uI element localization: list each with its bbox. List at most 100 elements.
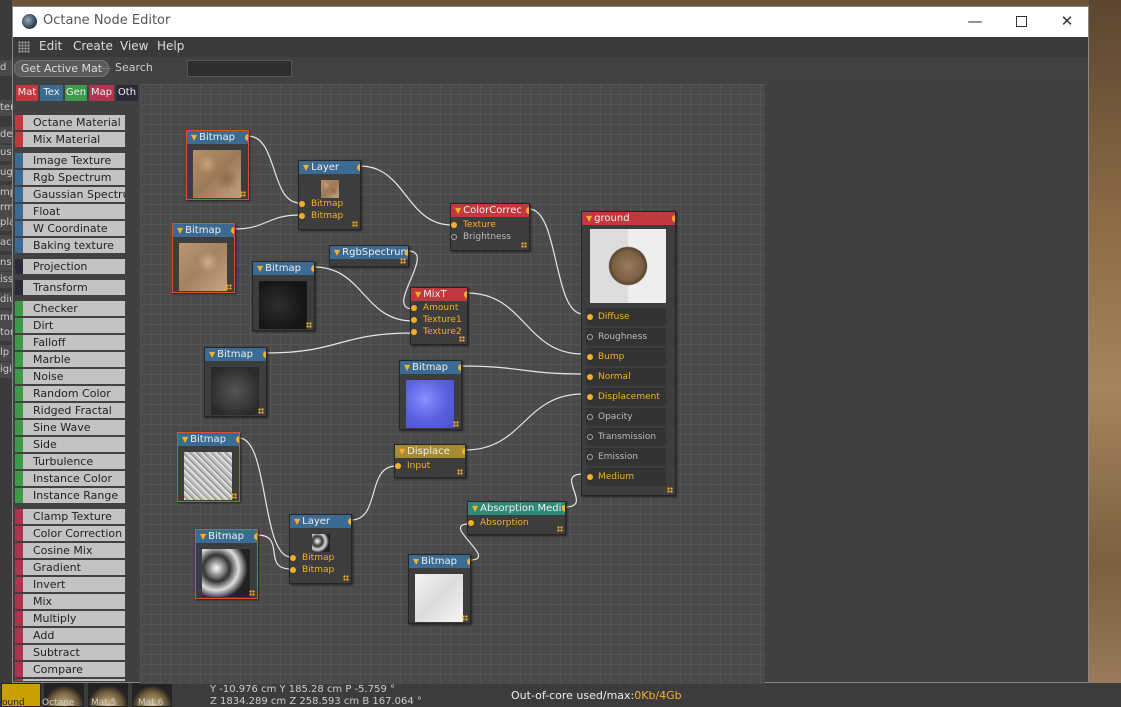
sidebar-item-clamp-texture[interactable]: Clamp Texture [15, 509, 125, 524]
resize-handle-icon[interactable] [231, 493, 237, 499]
input-port-absorption[interactable]: Absorption [468, 517, 529, 529]
node-colorcorrec[interactable]: ▼ ColorCorrec Texture Brightness [450, 203, 530, 251]
input-port-amount[interactable]: Amount [411, 302, 458, 314]
node-bitmap-3[interactable]: ▼ Bitmap [252, 261, 315, 331]
sidebar-item-gaussian-spectrum[interactable]: Gaussian Spectrum [15, 187, 125, 202]
resize-handle-icon[interactable] [459, 336, 465, 342]
node-connection-wire[interactable] [466, 292, 584, 355]
node-header[interactable]: ▼ RgbSpectrum [330, 246, 408, 259]
node-mixt[interactable]: ▼ MixT Amount Texture1 Texture2 [410, 287, 468, 345]
material-port-diffuse[interactable]: Diffuse [586, 308, 666, 326]
sidebar-item-sine-wave[interactable]: Sine Wave [15, 420, 125, 435]
node-header[interactable]: ▼ Bitmap [173, 224, 234, 237]
menu-create[interactable]: Create [73, 39, 113, 53]
node-connection-wire[interactable] [464, 393, 584, 451]
output-port[interactable] [348, 518, 351, 525]
input-port-bitmap[interactable]: Bitmap [290, 564, 334, 576]
output-port[interactable] [467, 558, 470, 565]
node-header[interactable]: ▼ Displace [395, 445, 465, 458]
sidebar-item-gradient[interactable]: Gradient [15, 560, 125, 575]
node-displace[interactable]: ▼ Displace Input [394, 444, 466, 478]
material-port-roughness[interactable]: Roughness [586, 328, 666, 346]
node-connection-wire[interactable] [460, 365, 584, 375]
port-dot[interactable] [587, 394, 593, 400]
port-dot[interactable] [587, 454, 593, 460]
output-port[interactable] [236, 436, 239, 443]
port-dot[interactable] [299, 201, 305, 207]
node-header[interactable]: ▼ Bitmap [409, 555, 470, 568]
input-port-texture1[interactable]: Texture1 [411, 314, 462, 326]
sidebar-item-triplanar[interactable]: Triplanar [15, 679, 125, 681]
tab-oth[interactable]: Oth [116, 85, 138, 101]
node-connection-wire[interactable] [247, 135, 301, 204]
resize-handle-icon[interactable] [258, 408, 264, 414]
node-header[interactable]: ▼Absorption Medium [468, 502, 565, 515]
port-dot[interactable] [587, 374, 593, 380]
node-connection-wire[interactable] [359, 165, 453, 226]
node-header[interactable]: ▼ Layer [299, 161, 360, 174]
sidebar-item-multiply[interactable]: Multiply [15, 611, 125, 626]
collapse-triangle-icon[interactable]: ▼ [209, 350, 215, 359]
node-header[interactable]: ▼ Bitmap [178, 433, 239, 446]
resize-handle-icon[interactable] [240, 191, 246, 197]
sidebar-item-image-texture[interactable]: Image Texture [15, 153, 125, 168]
node-header[interactable]: ▼ Bitmap [196, 530, 257, 543]
menu-edit[interactable]: Edit [39, 39, 62, 53]
sidebar-item-ridged-fractal[interactable]: Ridged Fractal [15, 403, 125, 418]
menu-help[interactable]: Help [157, 39, 184, 53]
sidebar-item-marble[interactable]: Marble [15, 352, 125, 367]
port-dot[interactable] [299, 213, 305, 219]
output-port[interactable] [562, 505, 565, 512]
tab-tex[interactable]: Tex [40, 85, 63, 101]
node-bitmap-5[interactable]: ▼ Bitmap [399, 360, 462, 430]
minimize-button[interactable]: — [952, 7, 998, 37]
node-rgbspectrum[interactable]: ▼ RgbSpectrum [329, 245, 409, 267]
output-port[interactable] [458, 364, 461, 371]
collapse-triangle-icon[interactable]: ▼ [182, 435, 188, 444]
sidebar-item-checker[interactable]: Checker [15, 301, 125, 316]
input-port-brightness[interactable]: Brightness [451, 231, 511, 243]
port-dot[interactable] [290, 555, 296, 561]
collapse-triangle-icon[interactable]: ▼ [191, 133, 197, 142]
material-port-transmission[interactable]: Transmission [586, 428, 666, 446]
input-port-bitmap[interactable]: Bitmap [299, 210, 343, 222]
node-connection-wire[interactable] [256, 534, 292, 570]
tab-map[interactable]: Map [89, 85, 114, 101]
maximize-button[interactable] [998, 7, 1044, 37]
output-port[interactable] [672, 215, 675, 222]
node-bitmap-1[interactable]: ▼ Bitmap [186, 130, 249, 200]
resize-handle-icon[interactable] [521, 242, 527, 248]
collapse-triangle-icon[interactable]: ▼ [586, 214, 592, 223]
node-header[interactable]: ▼ Bitmap [187, 131, 248, 144]
material-port-opacity[interactable]: Opacity [586, 408, 666, 426]
collapse-triangle-icon[interactable]: ▼ [177, 226, 183, 235]
port-dot[interactable] [411, 317, 417, 323]
port-dot[interactable] [411, 329, 417, 335]
node-bitmap-4[interactable]: ▼ Bitmap [204, 347, 267, 417]
node-bitmap-7[interactable]: ▼ Bitmap [195, 529, 258, 599]
resize-handle-icon[interactable] [343, 575, 349, 581]
collapse-triangle-icon[interactable]: ▼ [257, 264, 263, 273]
sidebar-item-falloff[interactable]: Falloff [15, 335, 125, 350]
resize-handle-icon[interactable] [226, 284, 232, 290]
collapse-triangle-icon[interactable]: ▼ [415, 290, 421, 299]
output-port[interactable] [464, 291, 467, 298]
node-connection-wire[interactable] [350, 465, 397, 521]
material-port-normal[interactable]: Normal [586, 368, 666, 386]
search-input[interactable] [187, 60, 292, 77]
resize-handle-icon[interactable] [667, 487, 673, 493]
material-port-emission[interactable]: Emission [586, 448, 666, 466]
input-port-bitmap[interactable]: Bitmap [299, 198, 343, 210]
collapse-triangle-icon[interactable]: ▼ [200, 532, 206, 541]
node-layer-1[interactable]: ▼ Layer Bitmap Bitmap [298, 160, 361, 230]
collapse-triangle-icon[interactable]: ▼ [334, 248, 340, 257]
output-port[interactable] [405, 249, 408, 256]
port-dot[interactable] [468, 520, 474, 526]
sidebar-item-subtract[interactable]: Subtract [15, 645, 125, 660]
port-dot[interactable] [587, 314, 593, 320]
output-port[interactable] [231, 227, 234, 234]
port-dot[interactable] [451, 234, 457, 240]
port-dot[interactable] [587, 334, 593, 340]
sidebar-item-cosine-mix[interactable]: Cosine Mix [15, 543, 125, 558]
port-dot[interactable] [587, 354, 593, 360]
